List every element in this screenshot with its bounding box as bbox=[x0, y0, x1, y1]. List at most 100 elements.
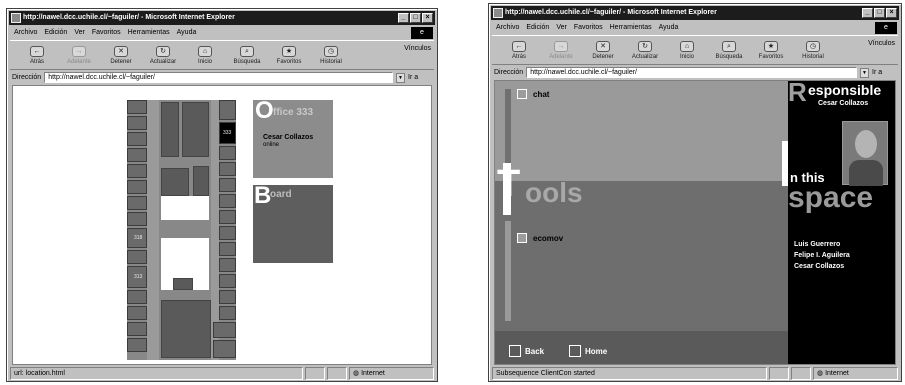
menu-ver[interactable]: Ver bbox=[74, 26, 85, 39]
menu-edicion[interactable]: Edición bbox=[44, 26, 67, 39]
menu-archivo[interactable]: Archivo bbox=[14, 26, 37, 39]
menu-edicion[interactable]: Edición bbox=[526, 21, 549, 34]
room[interactable] bbox=[219, 242, 236, 256]
search-button[interactable]: ⌕ Búsqueda bbox=[710, 40, 748, 60]
links-button[interactable]: Vínculos bbox=[868, 40, 895, 47]
close-button[interactable]: × bbox=[422, 13, 433, 23]
member-item[interactable]: Felipe I. Aguilera bbox=[794, 250, 850, 261]
room[interactable] bbox=[219, 162, 236, 176]
chat-link[interactable]: chat bbox=[533, 90, 549, 99]
go-button[interactable]: Ir a bbox=[408, 74, 434, 81]
room[interactable] bbox=[127, 100, 147, 114]
room[interactable] bbox=[127, 164, 147, 178]
search-button[interactable]: ⌕ Búsqueda bbox=[228, 45, 266, 65]
minimize-button[interactable]: _ bbox=[398, 13, 409, 23]
room[interactable] bbox=[219, 178, 236, 192]
office-card[interactable]: O ffice 333 Cesar Collazos online bbox=[253, 100, 333, 178]
history-button[interactable]: ◷ Historial bbox=[794, 40, 832, 60]
room[interactable] bbox=[219, 210, 236, 224]
menu-ayuda[interactable]: Ayuda bbox=[177, 26, 197, 39]
space-heading: space bbox=[788, 181, 874, 214]
left-browser-window: http://nawel.dcc.uchile.cl/~faguiler/ - … bbox=[6, 8, 438, 382]
room[interactable] bbox=[127, 116, 147, 130]
menu-ayuda[interactable]: Ayuda bbox=[659, 21, 679, 34]
board-title: oard bbox=[270, 189, 292, 200]
room[interactable] bbox=[219, 194, 236, 208]
room[interactable] bbox=[127, 196, 147, 210]
stop-button[interactable]: ✕ Detener bbox=[102, 45, 140, 65]
links-button[interactable]: Vínculos bbox=[404, 45, 431, 52]
address-dropdown-button[interactable]: ▼ bbox=[860, 67, 869, 78]
back-button[interactable]: ← Atrás bbox=[18, 45, 56, 65]
office-occupant-status: online bbox=[263, 142, 280, 148]
menu-ver[interactable]: Ver bbox=[556, 21, 567, 34]
room[interactable] bbox=[127, 290, 147, 304]
responsible-initial: R bbox=[788, 80, 807, 107]
room[interactable]: 313 bbox=[127, 266, 147, 288]
office-title: ffice 333 bbox=[273, 107, 314, 118]
back-link[interactable]: Back bbox=[525, 347, 544, 356]
room[interactable] bbox=[127, 338, 147, 352]
home-button[interactable]: ⌂ Inicio bbox=[668, 40, 706, 60]
room[interactable] bbox=[219, 100, 236, 120]
home-button[interactable]: ⌂ Inicio bbox=[186, 45, 224, 65]
member-item[interactable]: Cesar Collazos bbox=[794, 261, 850, 272]
menu-favoritos[interactable]: Favoritos bbox=[92, 26, 121, 39]
room-label-333: 333 bbox=[223, 130, 232, 136]
office-occupant-name[interactable]: Cesar Collazos bbox=[263, 134, 313, 141]
close-button[interactable]: × bbox=[886, 8, 897, 18]
status-panel bbox=[769, 367, 789, 380]
go-button[interactable]: Ir a bbox=[872, 69, 898, 76]
corridor bbox=[211, 100, 219, 360]
responsible-name[interactable]: Cesar Collazos bbox=[818, 100, 868, 107]
back-button[interactable]: ← Atrás bbox=[500, 40, 538, 60]
favorites-button[interactable]: ★ Favoritos bbox=[270, 45, 308, 65]
menu-archivo[interactable]: Archivo bbox=[496, 21, 519, 34]
room[interactable] bbox=[219, 146, 236, 160]
room[interactable] bbox=[127, 250, 147, 264]
home-link[interactable]: Home bbox=[585, 347, 607, 356]
room[interactable] bbox=[219, 258, 236, 272]
board-card[interactable]: B oard bbox=[253, 185, 333, 263]
ie-throbber-icon: e bbox=[411, 27, 433, 39]
ie-logo-icon bbox=[11, 13, 21, 23]
room[interactable] bbox=[219, 290, 236, 304]
room[interactable] bbox=[219, 274, 236, 288]
forward-button[interactable]: → Adelante bbox=[542, 40, 580, 60]
room[interactable] bbox=[219, 306, 236, 320]
room[interactable]: 318 bbox=[127, 228, 147, 248]
member-item[interactable]: Luis Guerrero bbox=[794, 239, 850, 250]
history-button[interactable]: ◷ Historial bbox=[312, 45, 350, 65]
room[interactable] bbox=[213, 340, 236, 358]
room[interactable] bbox=[219, 226, 236, 240]
in-this-bar bbox=[782, 141, 788, 186]
maximize-button[interactable]: □ bbox=[410, 13, 421, 23]
menu-favoritos[interactable]: Favoritos bbox=[574, 21, 603, 34]
title-bar[interactable]: http://nawel.dcc.uchile.cl/~faguiler/ - … bbox=[491, 6, 899, 20]
address-input[interactable]: http://nawel.dcc.uchile.cl/~faguiler/ bbox=[44, 72, 393, 83]
refresh-button[interactable]: ↻ Actualizar bbox=[626, 40, 664, 60]
room[interactable] bbox=[127, 322, 147, 336]
address-input[interactable]: http://nawel.dcc.uchile.cl/~faguiler/ bbox=[526, 67, 857, 78]
tools-initial: T bbox=[497, 163, 521, 205]
address-bar: Dirección http://nawel.dcc.uchile.cl/~fa… bbox=[492, 66, 898, 79]
maximize-button[interactable]: □ bbox=[874, 8, 885, 18]
address-dropdown-button[interactable]: ▼ bbox=[396, 72, 405, 83]
menu-herramientas[interactable]: Herramientas bbox=[128, 26, 170, 39]
title-bar[interactable]: http://nawel.dcc.uchile.cl/~faguiler/ - … bbox=[9, 11, 435, 25]
menu-herramientas[interactable]: Herramientas bbox=[610, 21, 652, 34]
room[interactable] bbox=[213, 322, 236, 338]
search-icon: ⌕ bbox=[240, 45, 254, 57]
minimize-button[interactable]: _ bbox=[862, 8, 873, 18]
room[interactable] bbox=[127, 180, 147, 194]
refresh-button[interactable]: ↻ Actualizar bbox=[144, 45, 182, 65]
stop-button[interactable]: ✕ Detener bbox=[584, 40, 622, 60]
ecomov-link[interactable]: ecomov bbox=[533, 234, 563, 243]
favorites-button[interactable]: ★ Favoritos bbox=[752, 40, 790, 60]
room[interactable] bbox=[127, 148, 147, 162]
room[interactable] bbox=[127, 132, 147, 146]
forward-button[interactable]: → Adelante bbox=[60, 45, 98, 65]
room[interactable] bbox=[127, 306, 147, 320]
room-office-333[interactable]: 333 bbox=[219, 122, 236, 144]
room[interactable] bbox=[127, 212, 147, 226]
